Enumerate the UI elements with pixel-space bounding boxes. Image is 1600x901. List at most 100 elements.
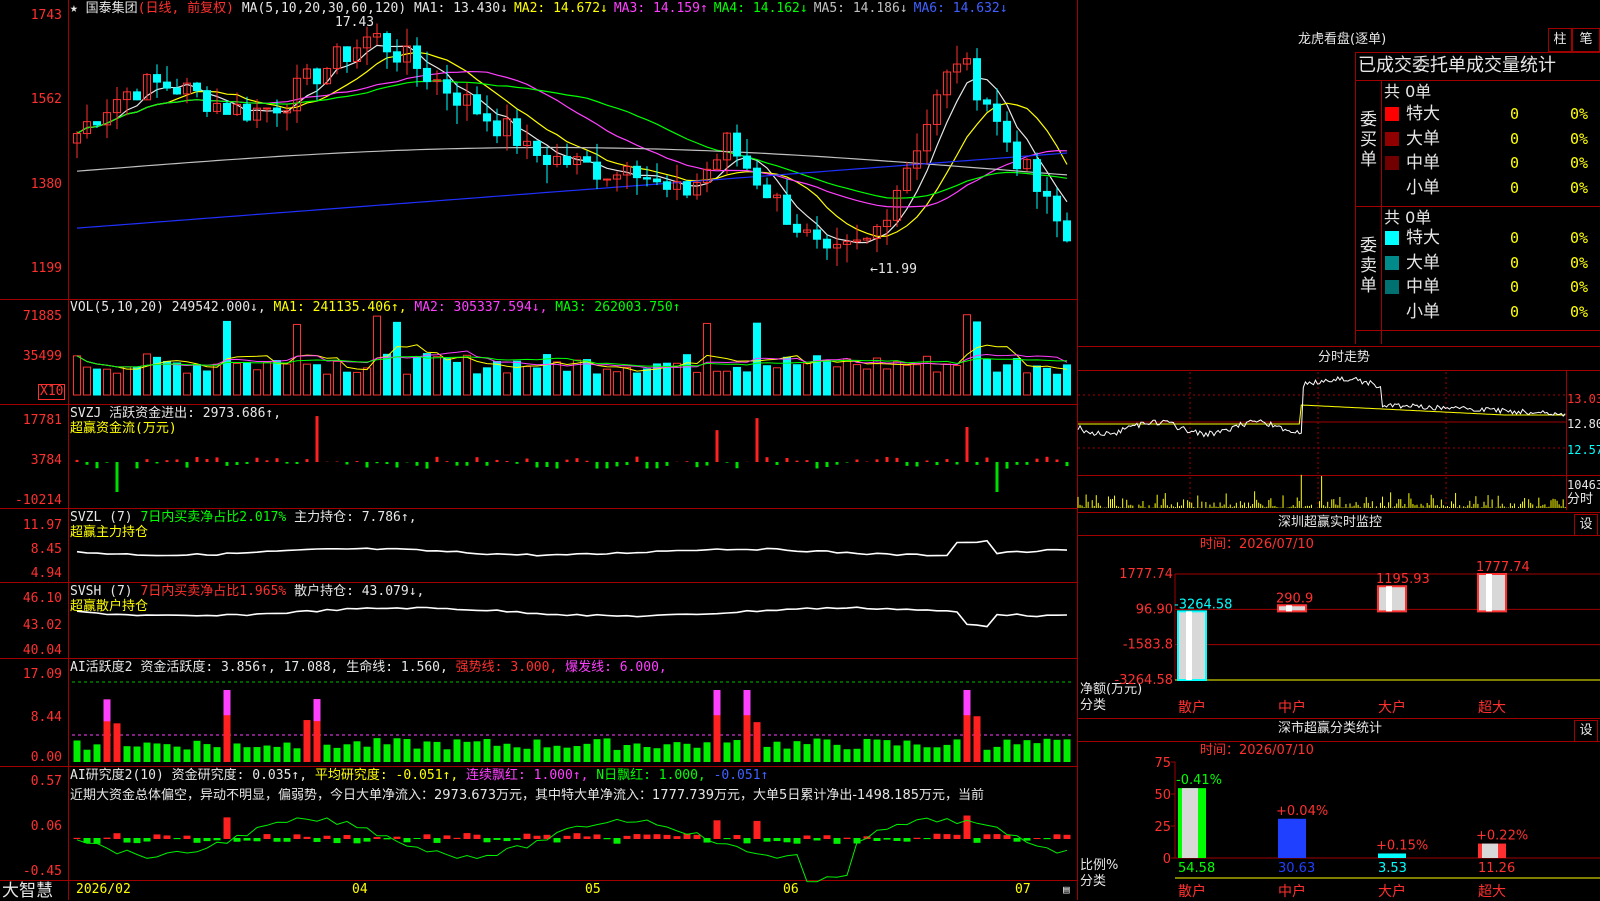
activity-bar bbox=[914, 744, 921, 762]
activity-bar bbox=[374, 738, 381, 762]
research-bar bbox=[1014, 838, 1021, 842]
volume-bar bbox=[104, 369, 111, 395]
flow-bar bbox=[256, 458, 259, 462]
classify-value-label: 54.58 bbox=[1178, 861, 1215, 876]
candle-body bbox=[734, 133, 741, 156]
volume-bar bbox=[414, 357, 421, 395]
activity-bar bbox=[884, 740, 891, 762]
activity-bar bbox=[764, 747, 771, 762]
flow-bar bbox=[376, 462, 379, 463]
chart-area[interactable]: ★ 国泰集团(日线, 前复权) MA(5,10,20,30,60,120) MA… bbox=[0, 0, 1078, 900]
classify-bar-inner bbox=[1282, 819, 1298, 858]
volume-bar bbox=[604, 369, 611, 395]
candle-body bbox=[684, 182, 691, 195]
activity-peak bbox=[224, 690, 231, 715]
candle-body bbox=[164, 82, 171, 88]
volume-bar bbox=[94, 369, 101, 395]
research-bar bbox=[294, 834, 301, 839]
research-bar bbox=[594, 834, 601, 839]
classify-change-label: +0.04% bbox=[1276, 804, 1328, 819]
activity-bar bbox=[524, 749, 531, 762]
volume-bar bbox=[954, 366, 961, 395]
flow-bar bbox=[526, 459, 529, 462]
flow-bar bbox=[1016, 462, 1019, 465]
activity-bar bbox=[194, 741, 201, 762]
research-bar bbox=[234, 838, 241, 842]
activity-bar bbox=[664, 744, 671, 762]
flow-bar bbox=[766, 457, 769, 462]
volume-bar bbox=[854, 365, 861, 395]
candle-body bbox=[584, 157, 591, 162]
activity-peak bbox=[104, 699, 111, 721]
volume-bar bbox=[694, 372, 701, 395]
activity-bar bbox=[234, 743, 241, 762]
activity-bar bbox=[144, 743, 151, 762]
indicator-svg bbox=[0, 0, 1078, 900]
candle-body bbox=[634, 166, 641, 177]
research-bar bbox=[254, 838, 261, 841]
volume-bar bbox=[344, 372, 351, 395]
research-bar bbox=[434, 838, 441, 843]
flow-bar bbox=[516, 462, 519, 464]
research-bar bbox=[74, 838, 81, 839]
flow-bar bbox=[726, 462, 729, 463]
volume-bar bbox=[374, 316, 381, 395]
monitor-y-tick: 1777.74 bbox=[1119, 567, 1173, 582]
classify-value-label: 30.63 bbox=[1278, 861, 1315, 876]
flow-bar bbox=[136, 462, 139, 468]
research-bar bbox=[214, 838, 221, 840]
order-pct: 0% bbox=[1570, 180, 1588, 196]
flow-bar bbox=[456, 462, 459, 466]
volume-bar bbox=[314, 365, 321, 395]
legend-swatch bbox=[1385, 280, 1399, 294]
volume-bar bbox=[934, 372, 941, 395]
flow-bar bbox=[106, 462, 109, 463]
activity-bar bbox=[324, 745, 331, 762]
flow-bar bbox=[226, 462, 229, 466]
flow-bar bbox=[916, 462, 919, 466]
volume-bar bbox=[424, 354, 431, 395]
volume-bar bbox=[184, 373, 191, 395]
candle-body bbox=[274, 108, 281, 113]
order-size-label: 中单 bbox=[1406, 153, 1440, 173]
volume-bar bbox=[994, 372, 1001, 395]
monitor-bar-label: 1195.93 bbox=[1376, 572, 1430, 587]
activity-bar bbox=[794, 741, 801, 762]
flow-bar bbox=[586, 461, 589, 462]
activity-bar bbox=[974, 716, 981, 762]
volume-bar bbox=[214, 364, 221, 395]
classify-category: 散户 bbox=[1178, 883, 1206, 900]
flow-bar bbox=[246, 462, 249, 464]
activity-bar bbox=[414, 749, 421, 762]
research-bar bbox=[324, 836, 331, 839]
activity-bar bbox=[384, 744, 391, 762]
volume-bar bbox=[484, 368, 491, 395]
research-bar bbox=[564, 836, 571, 839]
volume-bar bbox=[564, 371, 571, 395]
flow-bar bbox=[976, 462, 979, 465]
research-bar bbox=[274, 838, 281, 842]
research-bar bbox=[204, 838, 211, 841]
order-pct: 0% bbox=[1570, 304, 1588, 320]
research-bar bbox=[904, 838, 911, 842]
activity-bar bbox=[774, 742, 781, 762]
research-bar bbox=[874, 838, 881, 841]
research-bar bbox=[154, 834, 161, 839]
flow-bar bbox=[536, 462, 539, 467]
candle-body bbox=[594, 162, 601, 179]
volume-bar bbox=[944, 364, 951, 395]
activity-bar bbox=[204, 744, 211, 762]
volume-bar bbox=[614, 372, 621, 395]
volume-bar bbox=[554, 362, 561, 395]
legend-swatch bbox=[1385, 305, 1399, 319]
candle-body bbox=[764, 185, 771, 198]
flow-bar bbox=[756, 418, 759, 462]
volume-bar bbox=[894, 361, 901, 395]
monitor-y-tick: -3264.58 bbox=[1115, 673, 1173, 688]
flow-bar bbox=[666, 462, 669, 466]
candle-body bbox=[1044, 191, 1051, 196]
activity-bar bbox=[674, 742, 681, 762]
research-bar bbox=[554, 838, 561, 842]
flow-bar bbox=[796, 461, 799, 462]
activity-bar bbox=[934, 747, 941, 762]
